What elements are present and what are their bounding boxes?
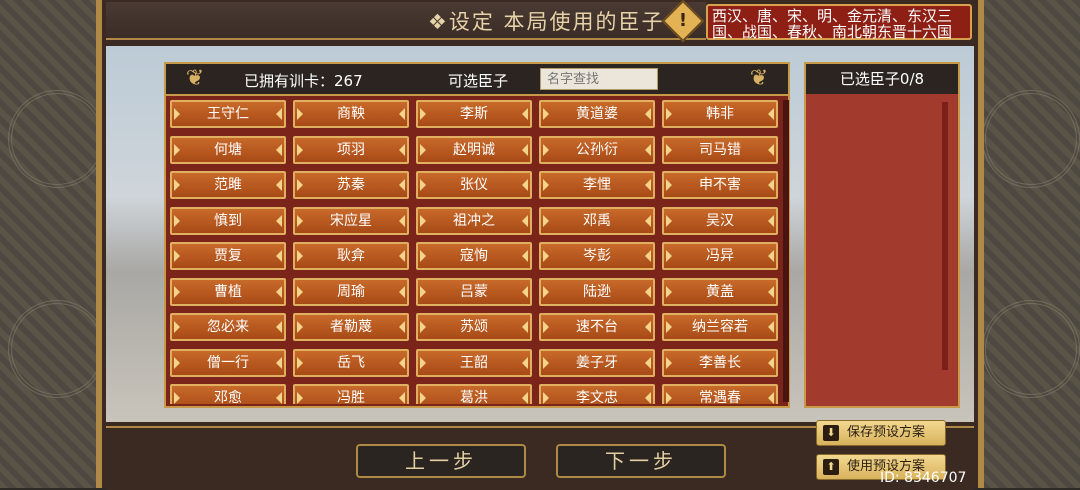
minister-card[interactable]: 司马错 xyxy=(662,135,778,164)
minister-scrollbar[interactable] xyxy=(783,100,789,402)
minister-card[interactable]: 慎到 xyxy=(170,206,286,235)
minister-card[interactable]: 韩非 xyxy=(662,100,778,128)
minister-card[interactable]: 寇恂 xyxy=(416,242,532,270)
minister-card[interactable]: 贾复 xyxy=(170,242,286,270)
minister-card[interactable]: 商鞅 xyxy=(293,100,409,128)
minister-card[interactable]: 耿弇 xyxy=(293,242,409,270)
minister-card[interactable]: 张仪 xyxy=(416,171,532,199)
dragon-emblem-icon xyxy=(8,90,106,188)
minister-card[interactable]: 何塘 xyxy=(170,135,286,164)
minister-card[interactable]: 岳飞 xyxy=(293,348,409,377)
prev-step-button[interactable]: 上一步 xyxy=(356,444,526,478)
minister-card[interactable]: 王韶 xyxy=(416,348,532,377)
download-icon: ⬇ xyxy=(823,425,839,441)
minister-panel-header: ❦ 已拥有训卡：267 可选臣子 ❦ xyxy=(164,62,790,96)
minister-card[interactable]: 者勒蔑 xyxy=(293,313,409,341)
minister-card[interactable]: 苏颂 xyxy=(416,313,532,341)
minister-card[interactable]: 黄道婆 xyxy=(539,100,655,128)
minister-card[interactable]: 李文忠 xyxy=(539,384,655,404)
minister-card[interactable]: 岑彭 xyxy=(539,242,655,270)
minister-card[interactable]: 冯异 xyxy=(662,242,778,270)
owned-cards-count: 已拥有训卡：267 xyxy=(244,72,363,90)
minister-card[interactable]: 范雎 xyxy=(170,171,286,199)
upload-icon: ⬆ xyxy=(823,459,839,475)
minister-card[interactable]: 李悝 xyxy=(539,171,655,199)
save-preset-label: 保存预设方案 xyxy=(847,425,926,440)
user-id: ID: 8346707 xyxy=(880,470,967,486)
right-dragon-border xyxy=(974,0,1080,488)
minister-card[interactable]: 忽必来 xyxy=(170,313,286,341)
minister-card[interactable]: 李善长 xyxy=(662,348,778,377)
minister-card[interactable]: 周瑜 xyxy=(293,277,409,306)
minister-card[interactable]: 李斯 xyxy=(416,100,532,128)
minister-card[interactable]: 曹植 xyxy=(170,277,286,306)
dragon-ornament-icon: ❦ xyxy=(185,66,205,91)
dragon-emblem-icon xyxy=(982,300,1080,398)
left-dragon-border xyxy=(0,0,106,488)
minister-card[interactable]: 纳兰容若 xyxy=(662,313,778,341)
selected-scrollbar[interactable] xyxy=(942,102,948,370)
minister-card[interactable]: 王守仁 xyxy=(170,100,286,128)
save-preset-button[interactable]: ⬇ 保存预设方案 xyxy=(816,420,946,446)
minister-card[interactable]: 僧一行 xyxy=(170,348,286,377)
dragon-emblem-icon xyxy=(8,300,106,398)
minister-card[interactable]: 申不害 xyxy=(662,171,778,199)
minister-card[interactable]: 赵明诚 xyxy=(416,135,532,164)
minister-card[interactable]: 吴汉 xyxy=(662,206,778,235)
minister-card[interactable]: 速不台 xyxy=(539,313,655,341)
minister-card[interactable]: 陆逊 xyxy=(539,277,655,306)
minister-card[interactable]: 项羽 xyxy=(293,135,409,164)
available-ministers-label: 可选臣子 xyxy=(448,72,509,90)
minister-card[interactable]: 姜子牙 xyxy=(539,348,655,377)
name-search-input[interactable] xyxy=(540,68,658,90)
selected-count-header: 已选臣子0/8 xyxy=(806,64,958,94)
minister-card[interactable]: 公孙衍 xyxy=(539,135,655,164)
dragon-ornament-icon: ❦ xyxy=(749,66,769,91)
minister-card[interactable]: 常遇春 xyxy=(662,384,778,404)
dragon-emblem-icon xyxy=(982,90,1080,188)
minister-card[interactable]: 邓愈 xyxy=(170,384,286,404)
dynasty-filter-badge[interactable]: 西汉、唐、宋、明、金元清、东汉三国、战国、春秋、南北朝东晋十六国 xyxy=(706,4,972,40)
selected-ministers-panel: 已选臣子0/8 xyxy=(804,62,960,408)
minister-card[interactable]: 葛洪 xyxy=(416,384,532,404)
next-step-button[interactable]: 下一步 xyxy=(556,444,726,478)
minister-card[interactable]: 冯胜 xyxy=(293,384,409,404)
page-title: ❖设定 本局使用的臣子❖ xyxy=(428,10,686,34)
minister-card[interactable]: 吕蒙 xyxy=(416,277,532,306)
minister-grid: 王守仁 商鞅 李斯 黄道婆 韩非何塘 项羽 赵明诚 公孙衍 司马错范雎 苏秦 张仪 李悝 申不害慎到 宋应… xyxy=(170,100,784,404)
minister-card[interactable]: 祖冲之 xyxy=(416,206,532,235)
minister-card[interactable]: 苏秦 xyxy=(293,171,409,199)
minister-card[interactable]: 黄盖 xyxy=(662,277,778,306)
minister-card[interactable]: 宋应星 xyxy=(293,206,409,235)
minister-card[interactable]: 邓禹 xyxy=(539,206,655,235)
